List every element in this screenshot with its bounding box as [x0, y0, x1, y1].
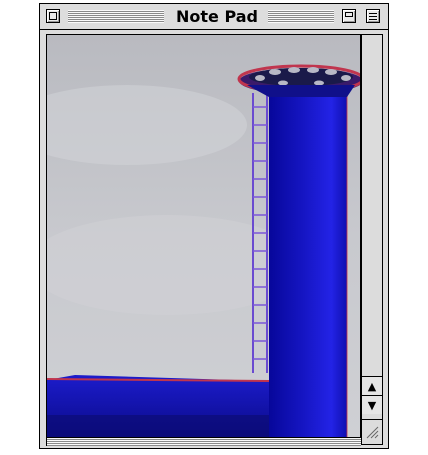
arrow-down-icon[interactable]: ▼ — [362, 395, 382, 414]
tower-photo — [47, 35, 360, 437]
close-box-icon[interactable] — [46, 9, 60, 23]
title-bar-stripes-left — [68, 10, 164, 23]
title-bar[interactable]: Note Pad — [40, 4, 388, 30]
zoom-box-icon[interactable] — [366, 9, 380, 23]
resize-grip-icon[interactable] — [361, 419, 383, 445]
windowshade-icon[interactable] — [342, 9, 356, 23]
notepad-content-image — [46, 34, 361, 438]
arrow-up-icon[interactable]: ▲ — [362, 376, 382, 395]
bottom-bar — [46, 438, 361, 446]
notepad-window: Note Pad ▲ ▼ — [39, 3, 389, 449]
vertical-scrollbar[interactable]: ▲ ▼ — [361, 34, 383, 438]
window-title: Note Pad — [168, 7, 266, 27]
title-bar-stripes-right — [268, 10, 334, 23]
